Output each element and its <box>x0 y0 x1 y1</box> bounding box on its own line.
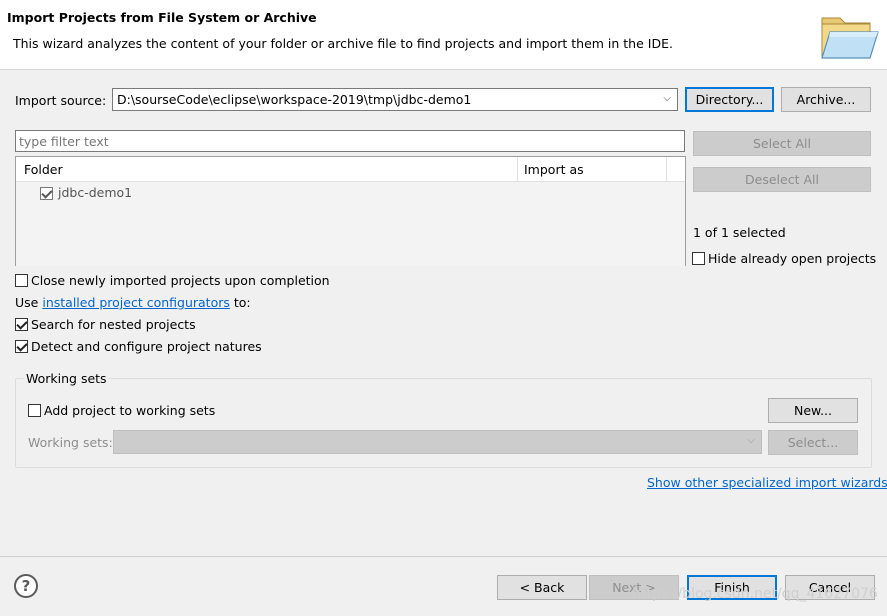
column-divider[interactable] <box>666 157 667 182</box>
chevron-down-icon[interactable]: ⌵ <box>747 435 755 446</box>
filter-input[interactable] <box>15 130 685 152</box>
footer-divider <box>0 556 887 557</box>
use-prefix: Use <box>15 295 39 310</box>
wizard-title: Import Projects from File System or Arch… <box>7 10 317 25</box>
search-nested-label[interactable]: Search for nested projects <box>31 317 196 332</box>
selected-count: 1 of 1 selected <box>693 225 786 240</box>
hide-open-label[interactable]: Hide already open projects <box>708 251 876 266</box>
other-wizards-link[interactable]: Show other specialized import wizards <box>647 475 887 490</box>
working-sets-label: Working sets: <box>28 435 113 450</box>
help-icon[interactable]: ? <box>14 574 38 598</box>
add-to-working-sets-label[interactable]: Add project to working sets <box>44 403 215 418</box>
folder-icon <box>821 17 879 59</box>
search-nested-checkbox[interactable] <box>15 318 28 331</box>
column-header-import-as[interactable]: Import as <box>524 162 584 177</box>
use-suffix: to: <box>233 295 251 310</box>
add-to-working-sets-checkbox[interactable] <box>28 404 41 417</box>
wizard-description: This wizard analyzes the content of your… <box>13 36 673 51</box>
working-sets-combo[interactable]: ⌵ <box>113 430 762 454</box>
archive-button[interactable]: Archive... <box>781 87 871 112</box>
hide-open-checkbox[interactable] <box>692 252 705 265</box>
table-row[interactable]: jdbc-demo1 <box>16 182 685 266</box>
new-working-set-button[interactable]: New... <box>768 398 858 423</box>
select-working-sets-button[interactable]: Select... <box>768 430 858 455</box>
chevron-down-icon[interactable]: ⌵ <box>663 93 671 104</box>
close-imported-label[interactable]: Close newly imported projects upon compl… <box>31 273 330 288</box>
working-sets-group <box>15 378 872 468</box>
column-header-folder[interactable]: Folder <box>24 162 63 177</box>
import-source-combo[interactable]: D:\sourseCode\eclipse\workspace-2019\tmp… <box>112 88 678 111</box>
configurators-line: Use installed project configurators to: <box>15 295 251 310</box>
row-folder-name: jdbc-demo1 <box>58 185 133 200</box>
deselect-all-button[interactable]: Deselect All <box>693 167 871 192</box>
import-source-label: Import source: <box>15 93 107 108</box>
select-all-button[interactable]: Select All <box>693 131 871 156</box>
close-imported-checkbox[interactable] <box>15 274 28 287</box>
watermark: https://blog.csdn.net/qq_41627076 <box>632 586 878 602</box>
detect-natures-label[interactable]: Detect and configure project natures <box>31 339 262 354</box>
column-divider[interactable] <box>517 157 518 182</box>
working-sets-title: Working sets <box>24 371 109 386</box>
row-checkbox[interactable] <box>40 187 53 200</box>
configurators-link[interactable]: installed project configurators <box>42 295 230 310</box>
back-button[interactable]: < Back <box>497 575 587 600</box>
directory-button[interactable]: Directory... <box>685 87 774 112</box>
import-source-value: D:\sourseCode\eclipse\workspace-2019\tmp… <box>117 92 472 107</box>
detect-natures-checkbox[interactable] <box>15 340 28 353</box>
wizard-header: Import Projects from File System or Arch… <box>0 0 887 70</box>
projects-table: Folder Import as jdbc-demo1 <box>15 156 686 266</box>
table-header: Folder Import as <box>16 157 685 182</box>
